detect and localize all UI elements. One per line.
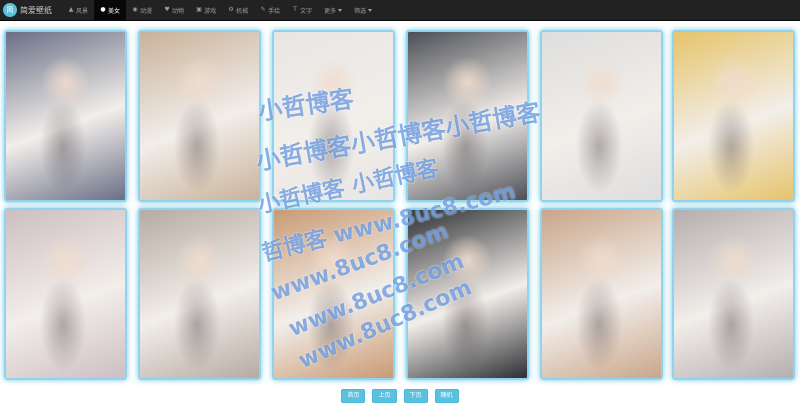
random-page-button[interactable]: 随机 [434, 389, 459, 403]
wallpaper-card[interactable] [272, 208, 395, 380]
brand-name: 简爱壁纸 [20, 5, 52, 15]
wallpaper-card[interactable] [4, 208, 127, 380]
wallpaper-card[interactable] [672, 208, 795, 380]
nav-item-label: 机械 [236, 7, 249, 15]
nav-item-more-dropdown[interactable]: 更多 [318, 0, 348, 21]
animal-icon: ♥ [164, 6, 170, 13]
wallpaper-card[interactable] [138, 208, 261, 380]
nav-item-anime[interactable]: ◉ 动漫 [126, 0, 158, 21]
pagination: 首页 上页 下页 随机 [0, 389, 800, 403]
wallpaper-thumbnail [274, 32, 393, 200]
eye-icon: ◉ [132, 6, 138, 13]
robot-icon: ⚙ [228, 6, 234, 13]
pen-icon: ✎ [260, 6, 266, 13]
nav-item-filter-dropdown[interactable]: 筛选 [348, 0, 378, 21]
wallpaper-thumbnail [542, 210, 661, 378]
nav-menu: ▲ 风景 ● 美女 ◉ 动漫 ♥ 动物 ▣ 游戏 ⚙ 机械 ✎ 手绘 T 文字 [62, 0, 378, 21]
nav-item-label: 文字 [300, 7, 313, 15]
nav-item-games[interactable]: ▣ 游戏 [190, 0, 222, 21]
wallpaper-card[interactable] [540, 30, 663, 202]
nav-item-label: 动漫 [140, 7, 153, 15]
wallpaper-thumbnail [140, 210, 259, 378]
nav-item-animals[interactable]: ♥ 动物 [158, 0, 190, 21]
caret-down-icon [338, 8, 343, 12]
nav-item-label: 动物 [172, 7, 185, 15]
wallpaper-thumbnail [6, 32, 125, 200]
wallpaper-thumbnail [542, 32, 661, 200]
wallpaper-card[interactable] [406, 208, 529, 380]
wallpaper-card[interactable] [540, 208, 663, 380]
wallpaper-thumbnail [274, 210, 393, 378]
text-icon: T [293, 6, 297, 13]
brand[interactable]: 简 简爱壁纸 [0, 0, 52, 21]
nav-item-handdrawn[interactable]: ✎ 手绘 [254, 0, 286, 21]
first-page-button[interactable]: 首页 [341, 389, 366, 403]
wallpaper-card[interactable] [138, 30, 261, 202]
brand-logo-icon: 简 [3, 3, 17, 17]
nav-item-label: 筛选 [354, 7, 367, 15]
gamepad-icon: ▣ [196, 6, 202, 13]
landscape-icon: ▲ [68, 6, 74, 13]
caret-down-icon [368, 8, 373, 12]
prev-page-button[interactable]: 上页 [372, 389, 397, 403]
wallpaper-card[interactable] [672, 30, 795, 202]
nav-item-label: 更多 [324, 7, 337, 15]
wallpaper-thumbnail [674, 210, 793, 378]
nav-item-beauty[interactable]: ● 美女 [94, 0, 127, 21]
nav-item-mechanical[interactable]: ⚙ 机械 [222, 0, 254, 21]
nav-item-label: 手绘 [268, 7, 281, 15]
next-page-button[interactable]: 下页 [403, 389, 428, 403]
wallpaper-thumbnail [140, 32, 259, 200]
wallpaper-thumbnail [408, 32, 527, 200]
top-navbar: 简 简爱壁纸 ▲ 风景 ● 美女 ◉ 动漫 ♥ 动物 ▣ 游戏 ⚙ 机械 ✎ 手… [0, 0, 800, 21]
wallpaper-card[interactable] [406, 30, 529, 202]
nav-item-label: 风景 [76, 7, 89, 15]
wallpaper-thumbnail [408, 210, 527, 378]
nav-item-label: 美女 [108, 7, 121, 15]
wallpaper-card[interactable] [272, 30, 395, 202]
nav-item-label: 游戏 [204, 7, 217, 15]
wallpaper-card[interactable] [4, 30, 127, 202]
apple-icon: ● [100, 6, 106, 13]
wallpaper-thumbnail [674, 32, 793, 200]
nav-item-landscape[interactable]: ▲ 风景 [62, 0, 94, 21]
wallpaper-thumbnail [6, 210, 125, 378]
nav-item-text[interactable]: T 文字 [286, 0, 318, 21]
